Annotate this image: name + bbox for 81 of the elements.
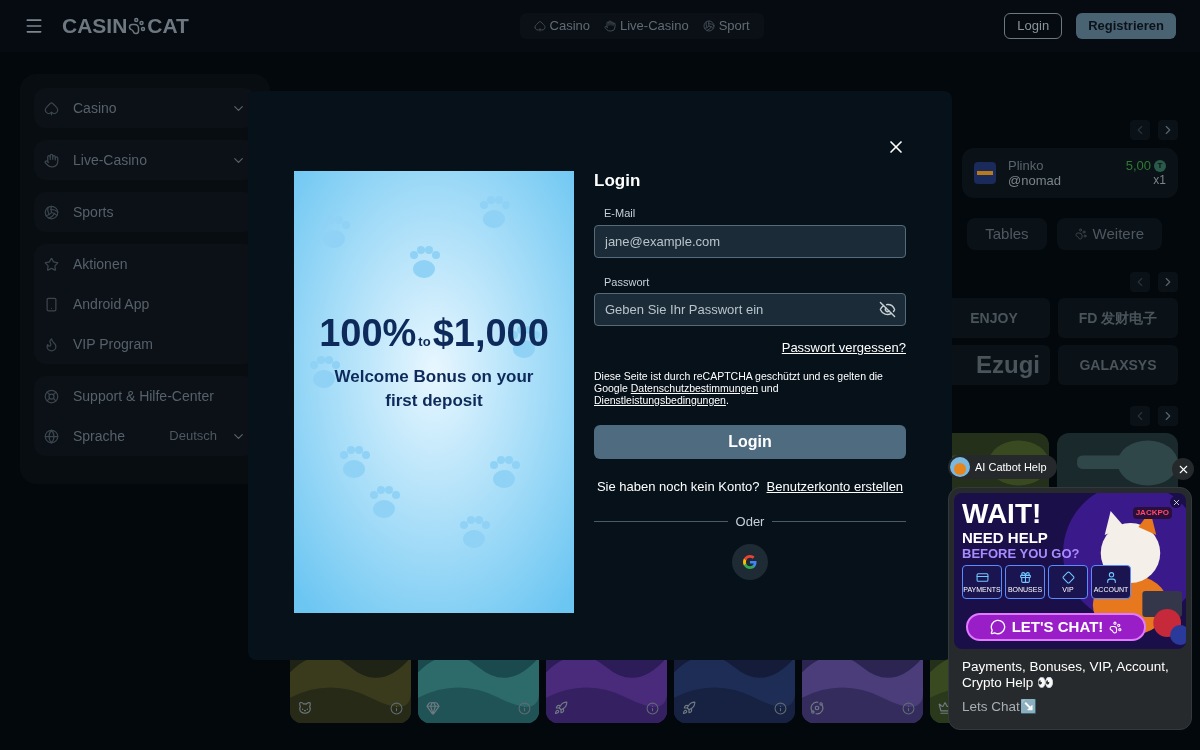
info-icon[interactable]	[390, 702, 403, 715]
recaptcha-notice: Diese Seite ist durch reCAPTCHA geschützt und es gelten die Google Datenschutzbestimmungen und Dienstleistungsbedingungen.	[594, 369, 884, 406]
field-label: E-Mail	[604, 206, 637, 221]
paw-icon	[1109, 620, 1123, 634]
nav-link[interactable]: Sport	[702, 16, 750, 36]
login-button[interactable]: Login	[1004, 13, 1063, 39]
logo[interactable]: CASIN CAT	[62, 10, 189, 42]
chat-link[interactable]: Lets Chat↘	[954, 697, 1186, 718]
chat-bubble-icon	[989, 619, 1006, 635]
email-field[interactable]: jane@example.com	[594, 224, 906, 258]
policy-link[interactable]: Datenschutzbestimmungen	[630, 381, 759, 394]
register-button[interactable]: Registrieren	[1076, 13, 1176, 39]
previous-button[interactable]	[1130, 120, 1150, 140]
diamond-icon	[1061, 570, 1075, 584]
paw-icon	[1074, 228, 1087, 240]
flame-icon	[44, 336, 59, 352]
provider-logo[interactable]: FD 发财电子	[1058, 298, 1178, 338]
google-icon	[742, 553, 758, 570]
previous-button[interactable]	[1130, 406, 1150, 426]
info-icon[interactable]	[518, 702, 531, 715]
game-name: Plinko	[1008, 158, 1045, 173]
signup-prompt: Sie haben noch kein Konto?	[596, 477, 760, 496]
password-field[interactable]: Geben Sie Ihr Passwort ein	[594, 293, 906, 326]
dialog-title: Login	[594, 171, 642, 191]
cat-icon	[298, 701, 312, 715]
nav-link[interactable]: Casino	[533, 16, 590, 36]
lifebuoy-icon	[44, 388, 59, 404]
next-button[interactable]	[1158, 406, 1178, 426]
lets-chat-button[interactable]: LET'S CHAT!	[966, 613, 1146, 641]
ball-icon	[702, 20, 715, 32]
next-button[interactable]	[1158, 120, 1178, 140]
nav-link[interactable]: Live-Casino	[604, 16, 689, 36]
sidebar-item[interactable]: Android App	[34, 284, 256, 324]
hand-icon	[604, 20, 616, 32]
policy-link[interactable]: Dienstleistungsbedingungen	[594, 393, 726, 406]
category-tab[interactable]: Tables	[967, 218, 1047, 250]
sidebar-item[interactable]: Support & Hilfe-Center	[34, 376, 256, 416]
globe-icon	[44, 428, 59, 444]
recent-win-card[interactable]: Plinko @nomad 5,00 T x1	[962, 148, 1178, 198]
google-login-button[interactable]	[732, 543, 768, 580]
sidebar-item[interactable]: VIP Program	[34, 324, 256, 364]
orbit-icon	[810, 701, 824, 715]
win-amount: 5,00	[1125, 158, 1151, 173]
category-tab[interactable]: Weitere	[1056, 218, 1162, 250]
ball-icon	[44, 204, 59, 220]
eye-off-icon[interactable]	[879, 301, 896, 318]
provider-logo[interactable]: GALAXSYS	[1058, 345, 1178, 385]
previous-button[interactable]	[1130, 272, 1150, 292]
hand-icon	[44, 152, 59, 168]
sidebar-item[interactable]: Live-Casino	[34, 140, 256, 180]
smartphone-icon	[44, 296, 59, 312]
user-icon	[1104, 570, 1118, 584]
sidebar-item[interactable]: Sprache Deutsch	[34, 416, 256, 456]
menu-icon[interactable]	[24, 16, 44, 36]
divider-label: Oder	[735, 513, 765, 531]
field-label: Passwort	[604, 274, 651, 290]
rocket-icon	[554, 701, 568, 715]
sidebar-item[interactable]: Aktionen	[34, 244, 256, 284]
gift-icon	[1018, 570, 1032, 584]
language-value: Deutsch	[169, 427, 217, 446]
info-icon[interactable]	[902, 702, 915, 715]
currency-badge: T	[1154, 159, 1166, 172]
spade-icon	[44, 100, 59, 116]
game-thumbnail-icon	[974, 162, 996, 184]
info-icon[interactable]	[646, 702, 659, 715]
next-button[interactable]	[1158, 272, 1178, 292]
sidebar-item[interactable]: Casino	[34, 88, 256, 128]
card-icon	[975, 570, 989, 584]
player-name: @nomad	[1008, 173, 1062, 188]
forgot-password-link[interactable]: Passwort vergessen?	[781, 338, 906, 358]
sidebar-item[interactable]: Sports	[34, 192, 256, 232]
star-icon	[44, 256, 59, 272]
login-button[interactable]: Login	[594, 424, 906, 459]
paw-icon	[128, 17, 147, 35]
close-button[interactable]	[1172, 458, 1194, 480]
signup-link[interactable]: Benutzerkonto erstellen	[766, 476, 904, 496]
spade-icon	[533, 20, 546, 32]
info-icon[interactable]	[774, 702, 787, 715]
multiplier: x1	[1153, 173, 1166, 188]
gem-icon	[426, 701, 440, 715]
rocket-icon	[682, 701, 696, 715]
